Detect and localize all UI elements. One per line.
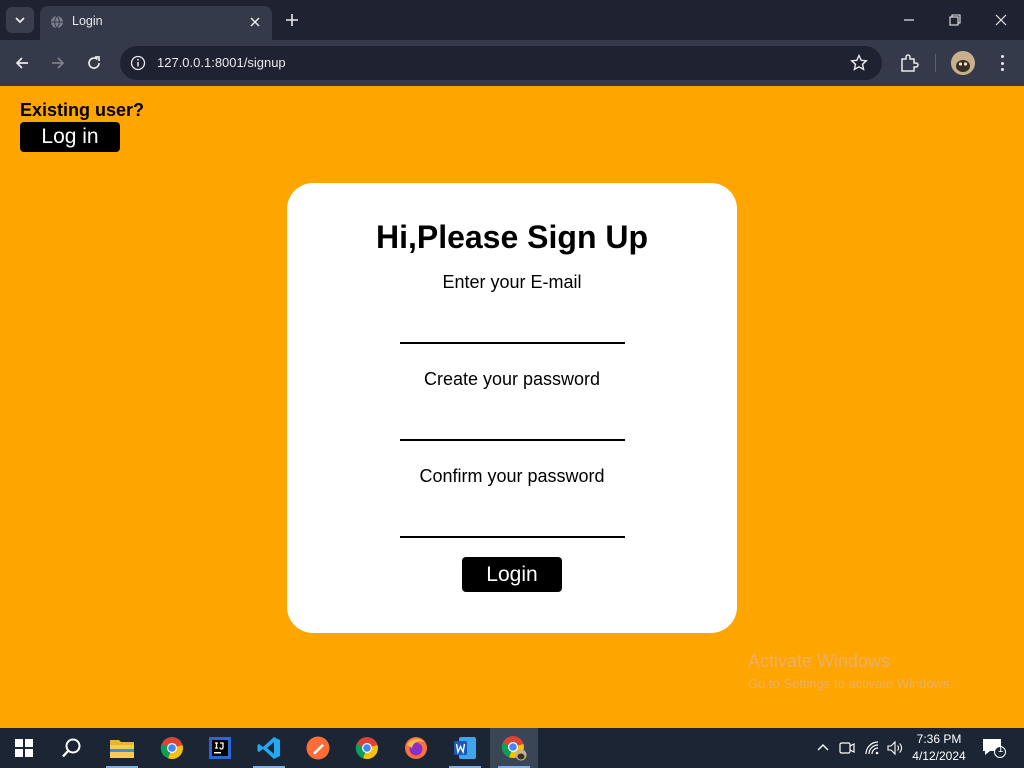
notification-count: 1: [997, 744, 1004, 755]
menu-dot: [1000, 55, 1004, 58]
password-label: Create your password: [423, 369, 601, 389]
signup-card: Hi,Please Sign Up Enter your E-mail Crea…: [287, 183, 737, 633]
search-icon: [62, 738, 81, 758]
taskbar-vscode[interactable]: [245, 728, 293, 768]
browser-tab-strip: Login: [0, 0, 1024, 40]
toolbar-divider: [935, 54, 936, 72]
clock-time: 7:36 PM: [916, 732, 962, 746]
file-explorer-icon: [110, 740, 134, 758]
wifi-icon: [865, 741, 879, 755]
taskbar-file-explorer[interactable]: [98, 728, 146, 768]
site-info-icon: [130, 55, 146, 71]
minimize-button[interactable]: [897, 8, 921, 32]
firefox-icon: [405, 737, 427, 759]
globe-icon: [51, 15, 63, 29]
submit-login-button[interactable]: Login: [462, 557, 562, 592]
taskbar-chrome[interactable]: [343, 728, 391, 768]
start-button[interactable]: [0, 728, 48, 768]
vscode-icon: [257, 737, 280, 759]
profile-avatar-icon: [951, 51, 975, 75]
browser-tab[interactable]: Login: [40, 6, 272, 40]
log-in-button[interactable]: Log in: [20, 122, 120, 152]
address-bar[interactable]: 127.0.0.1:8001/signup: [120, 46, 882, 80]
existing-user-label: Existing user?: [20, 100, 145, 120]
tab-close-button[interactable]: [246, 13, 264, 31]
taskbar-firefox[interactable]: [392, 728, 440, 768]
tab-search-button[interactable]: [6, 7, 34, 33]
chevron-down-icon: [15, 17, 25, 24]
taskbar-chrome-profile[interactable]: [490, 728, 538, 768]
close-window-button[interactable]: [989, 8, 1013, 32]
page-title: Hi,Please Sign Up: [375, 219, 649, 255]
taskbar-postman[interactable]: [294, 728, 342, 768]
arrow-right-icon: [52, 57, 65, 69]
menu-dot: [1000, 61, 1004, 65]
activate-windows-watermark: Activate Windows Go to Settings to activ…: [748, 651, 953, 691]
profile-avatar[interactable]: [951, 51, 975, 75]
bookmark-star-icon[interactable]: [850, 54, 868, 72]
show-hidden-icons-button[interactable]: [814, 738, 832, 758]
email-field[interactable]: [400, 316, 625, 344]
tray-volume-button[interactable]: [886, 738, 904, 758]
camera-icon: [839, 742, 855, 754]
confirm-password-label: Confirm your password: [419, 466, 605, 486]
site-info-button[interactable]: [129, 54, 147, 72]
clock-date: 4/12/2024: [912, 749, 966, 763]
arrow-left-icon: [15, 57, 28, 69]
new-tab-button[interactable]: [282, 10, 302, 30]
tray-camera-button[interactable]: [838, 738, 856, 758]
close-icon: [250, 17, 260, 27]
intellij-icon: [209, 737, 231, 759]
close-icon: [995, 14, 1007, 26]
postman-icon: [306, 736, 330, 760]
taskbar-word[interactable]: [441, 728, 489, 768]
taskbar-clock[interactable]: 7:36 PM 4/12/2024: [906, 731, 972, 765]
chevron-up-icon: [817, 744, 829, 751]
notification-center-button[interactable]: 1: [982, 738, 1006, 758]
forward-button[interactable]: [46, 51, 70, 75]
minimize-icon: [904, 19, 914, 21]
watermark-title: Activate Windows: [748, 651, 891, 671]
extensions-puzzle-icon[interactable]: [898, 52, 920, 74]
tab-title: Login: [72, 14, 103, 28]
menu-dot: [1000, 68, 1004, 71]
back-button[interactable]: [10, 51, 34, 75]
confirm-password-field[interactable]: [400, 510, 625, 538]
tray-network-button[interactable]: [863, 738, 881, 758]
chrome-icon: [160, 737, 183, 760]
word-icon: [454, 737, 476, 759]
windows-start-icon: [15, 739, 33, 757]
volume-icon: [887, 740, 902, 756]
reload-icon: [88, 56, 100, 69]
plus-icon: [286, 14, 298, 26]
page-viewport: Existing user? Log in Hi,Please Sign Up …: [0, 86, 1024, 728]
windows-taskbar: 7:36 PM 4/12/2024 1: [0, 728, 1024, 768]
reload-button[interactable]: [82, 51, 106, 75]
restore-icon: [949, 14, 961, 26]
watermark-subtitle: Go to Settings to activate Windows.: [748, 676, 954, 691]
password-field[interactable]: [400, 413, 625, 441]
taskbar-intellij[interactable]: [196, 728, 244, 768]
chrome-icon: [355, 737, 378, 760]
url-text: 127.0.0.1:8001/signup: [157, 55, 286, 70]
taskbar-chrome-dev[interactable]: [148, 728, 196, 768]
restore-button[interactable]: [943, 8, 967, 32]
browser-toolbar: 127.0.0.1:8001/signup: [0, 40, 1024, 86]
taskbar-search-button[interactable]: [48, 728, 96, 768]
browser-menu-button[interactable]: [992, 52, 1012, 74]
chrome-profile-icon: [501, 736, 527, 761]
email-label: Enter your E-mail: [442, 272, 582, 292]
